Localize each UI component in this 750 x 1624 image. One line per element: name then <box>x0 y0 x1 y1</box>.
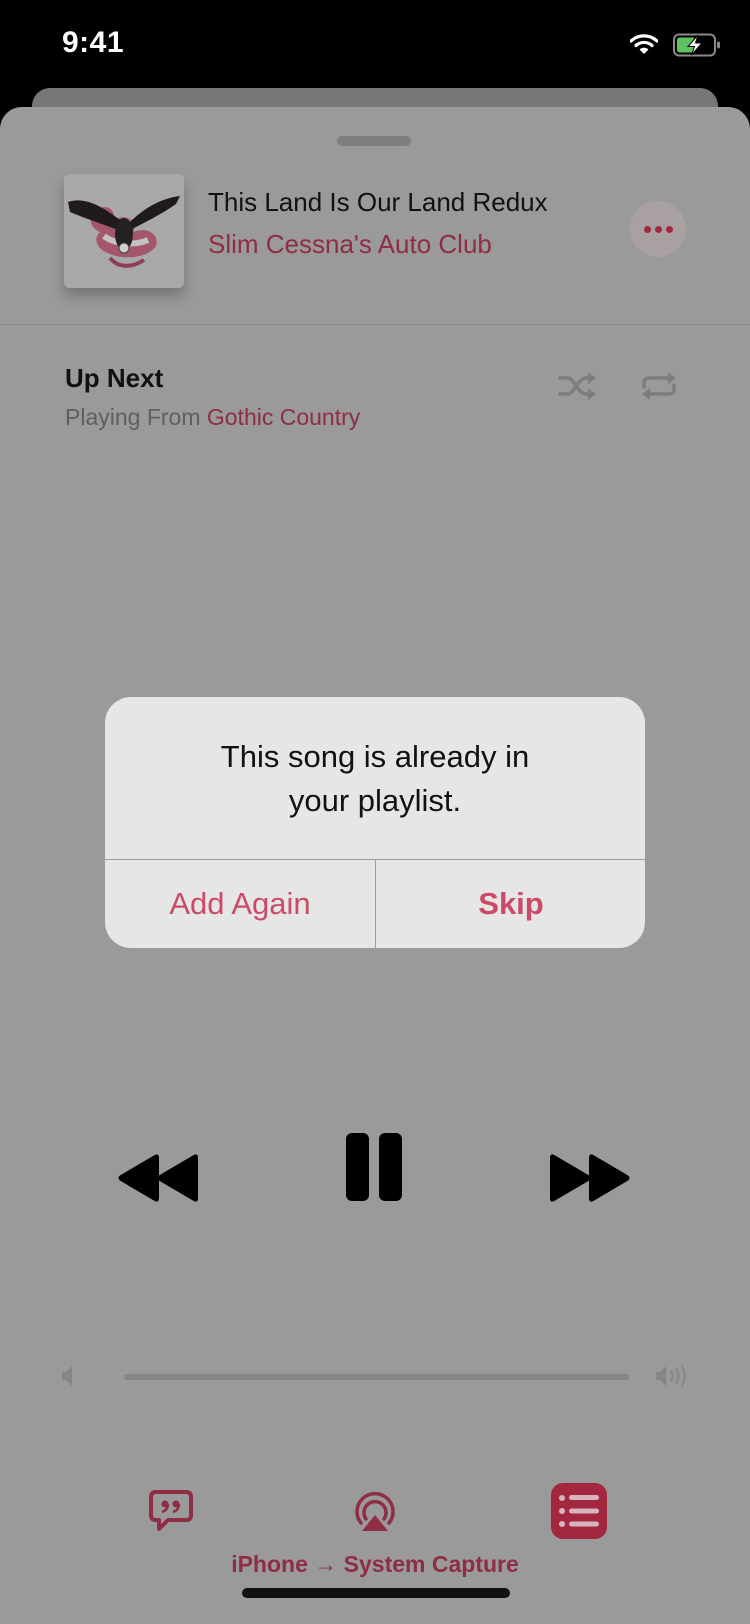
playing-from: Playing From Gothic Country <box>65 404 360 431</box>
add-again-button[interactable]: Add Again <box>105 860 375 948</box>
playing-from-source[interactable]: Gothic Country <box>207 404 360 430</box>
album-art-image <box>64 174 184 288</box>
header-divider <box>0 324 750 325</box>
bottom-toolbar: iPhone → System Capture <box>0 1477 750 1577</box>
airplay-audio-icon[interactable] <box>352 1491 398 1535</box>
volume-control <box>0 1357 750 1397</box>
fast-forward-icon[interactable] <box>548 1154 630 1202</box>
track-title[interactable]: This Land Is Our Land Redux <box>208 187 588 218</box>
more-options-button[interactable] <box>630 201 686 257</box>
battery-charging-icon <box>673 33 720 57</box>
home-indicator[interactable] <box>242 1588 510 1598</box>
queue-list-icon[interactable] <box>551 1483 607 1539</box>
alert-dialog: This song is already in your playlist. A… <box>105 697 645 948</box>
skip-button[interactable]: Skip <box>376 860 645 948</box>
lyrics-quote-icon[interactable] <box>148 1489 194 1533</box>
status-bar: 9:41 <box>0 0 750 95</box>
alert-message: This song is already in your playlist. <box>220 739 530 818</box>
ellipsis-icon <box>643 225 651 233</box>
playing-from-prefix: Playing From <box>65 404 207 430</box>
wifi-icon <box>630 34 658 54</box>
audio-output-label[interactable]: iPhone → System Capture <box>0 1551 750 1578</box>
repeat-icon[interactable] <box>640 369 678 403</box>
ellipsis-icon-dot <box>665 225 673 233</box>
now-playing-header: This Land Is Our Land Redux Slim Cessna'… <box>0 107 750 325</box>
rewind-icon[interactable] <box>118 1154 200 1202</box>
album-art[interactable] <box>64 174 184 288</box>
pause-icon[interactable] <box>345 1132 403 1202</box>
status-time: 9:41 <box>62 26 125 59</box>
volume-slider[interactable] <box>124 1374 629 1380</box>
track-artist[interactable]: Slim Cessna's Auto Club <box>208 229 492 260</box>
ellipsis-icon-dot <box>654 225 662 233</box>
up-next-title: Up Next <box>65 363 164 393</box>
transport-controls <box>0 1132 750 1222</box>
speaker-low-icon <box>62 1366 72 1386</box>
speaker-high-icon <box>656 1364 686 1388</box>
shuffle-icon[interactable] <box>558 369 598 403</box>
